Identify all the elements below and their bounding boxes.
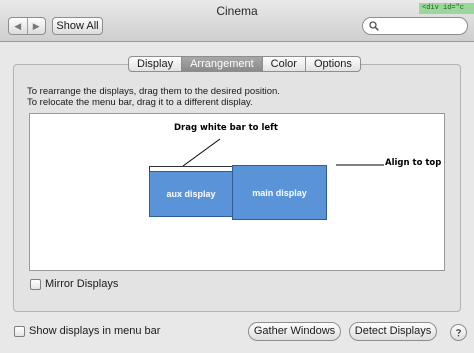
instruction-line-1: To rearrange the displays, drag them to … [27,86,280,97]
tab-display[interactable]: Display [128,56,183,72]
main-display[interactable]: main display [232,165,327,220]
align-annotation: Align to top [385,158,442,168]
show-in-menu-bar-label: Show displays in menu bar [29,325,161,337]
tab-bar: Display Arrangement Color Options [128,56,361,72]
nav-button-group: ◀ ▶ [8,17,46,35]
detect-displays-button[interactable]: Detect Displays [349,322,437,341]
show-all-button[interactable]: Show All [52,17,103,35]
tab-arrangement[interactable]: Arrangement [182,56,263,72]
chevron-right-icon: ▶ [32,20,40,31]
gather-windows-button[interactable]: Gather Windows [248,322,341,341]
dev-overlay-tag: <div id="c [419,3,474,14]
window-title: Cinema [216,4,258,18]
mirror-displays-checkbox[interactable] [30,278,41,290]
question-mark-icon [456,329,461,337]
show-in-menu-bar-checkbox[interactable] [14,325,25,337]
tab-color[interactable]: Color [262,56,306,72]
mirror-displays-label: Mirror Displays [45,278,119,290]
back-button[interactable]: ◀ [9,18,27,34]
display-arrangement-area[interactable]: aux display main display Drag white bar … [29,113,445,271]
aux-display[interactable]: aux display [149,171,233,217]
search-field[interactable] [362,17,468,35]
window-titlebar: Cinema ◀ ▶ Show All <div id="c [0,0,474,42]
help-button[interactable] [450,324,467,341]
tab-options[interactable]: Options [305,56,361,72]
chevron-left-icon: ◀ [14,20,22,31]
drag-annotation: Drag white bar to left [174,123,278,133]
search-icon [369,21,379,31]
show-in-menu-bar-option[interactable]: Show displays in menu bar [14,325,160,337]
forward-button[interactable]: ▶ [26,18,46,34]
instruction-line-2: To relocate the menu bar, drag it to a d… [27,97,253,108]
mirror-displays-option[interactable]: Mirror Displays [30,278,118,290]
search-input[interactable] [382,19,462,33]
